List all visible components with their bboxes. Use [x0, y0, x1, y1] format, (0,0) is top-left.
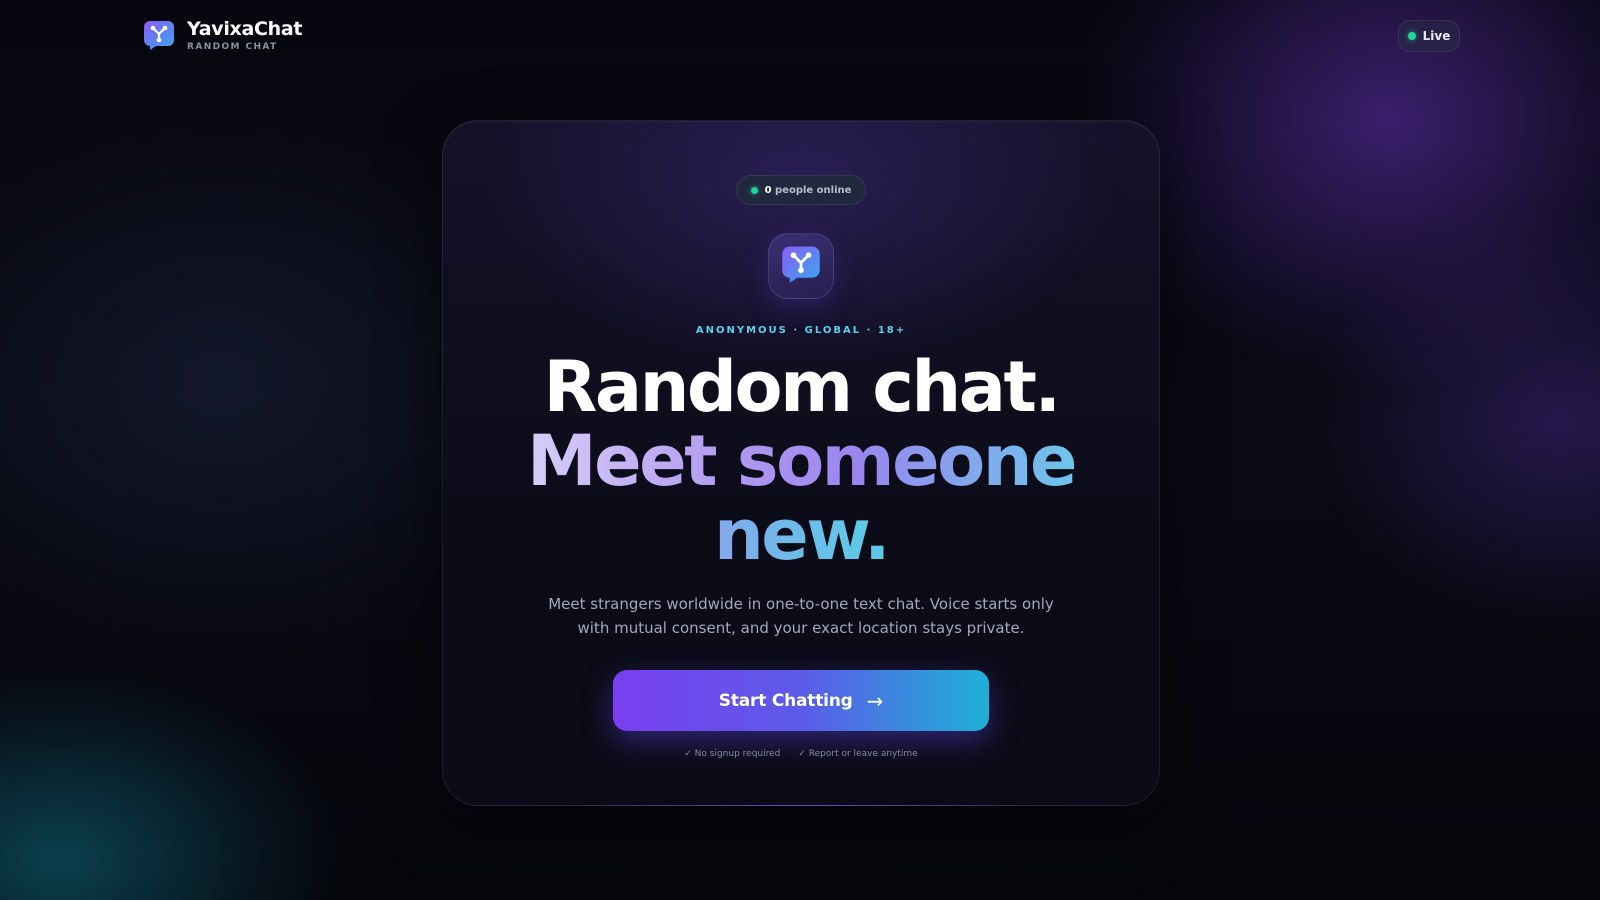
live-status-badge: Live: [1398, 20, 1460, 52]
arrow-right-icon: →: [866, 688, 884, 713]
brand-subtitle: RANDOM CHAT: [187, 42, 278, 52]
start-chatting-button[interactable]: Start Chatting →: [613, 670, 989, 731]
hero-logo: [768, 233, 834, 299]
perk-report-leave: ✓ Report or leave anytime: [798, 749, 918, 759]
live-label: Live: [1422, 29, 1451, 43]
online-dot-icon: [1407, 32, 1416, 40]
online-suffix: people online: [775, 184, 852, 196]
online-count: 0: [764, 184, 772, 196]
brand-name: YavixaChat: [187, 18, 303, 40]
hero-card: 0 people online ANONYMOUS · GLOBAL · 18+…: [442, 120, 1160, 806]
page-title: Random chat. Meet someone new.: [526, 346, 1078, 572]
tagline: ANONYMOUS · GLOBAL · 18+: [695, 325, 907, 336]
chat-logo-icon: [781, 244, 821, 288]
headline-line-1: Random chat.: [543, 346, 1061, 428]
headline-line-2: Meet someone: [526, 420, 1078, 502]
cta-label: Start Chatting: [718, 690, 853, 711]
brand-text: YavixaChat RANDOM CHAT: [187, 18, 302, 52]
hero-description: Meet strangers worldwide in one-to-one t…: [548, 595, 1054, 637]
perks-list: ✓ No signup required ✓ Report or leave a…: [684, 749, 917, 759]
brand[interactable]: YavixaChat RANDOM CHAT: [143, 18, 302, 52]
perk-no-signup: ✓ No signup required: [684, 749, 781, 759]
online-dot-icon: [750, 186, 758, 194]
online-count-badge: 0 people online: [735, 175, 867, 205]
chat-logo-icon: [143, 19, 175, 51]
headline-line-3: new.: [527, 498, 1075, 572]
